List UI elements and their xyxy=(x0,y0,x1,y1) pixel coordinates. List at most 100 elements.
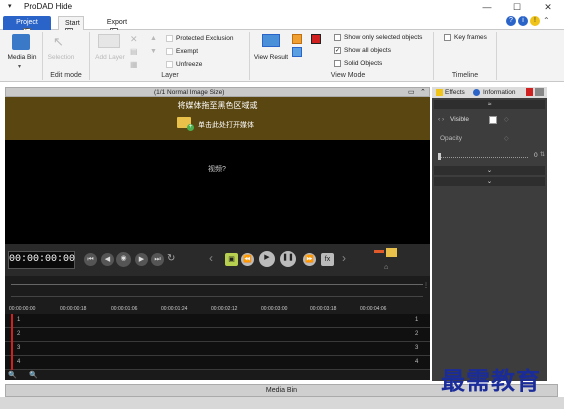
opacity-value: 0 xyxy=(534,152,538,159)
rewind-icon[interactable]: ⏪ xyxy=(241,253,254,266)
video-placeholder-text: 视频? xyxy=(208,166,226,173)
section-expand-1[interactable]: ⌄ xyxy=(434,166,545,175)
ruler-tick: 00:00:01:24 xyxy=(161,306,188,312)
add-icon: + xyxy=(187,124,194,131)
timeline-ruler[interactable]: ⋮ 00:00:00:00 00:00:00:18 00:00:01:06 00… xyxy=(5,276,430,314)
group-layer: Layer xyxy=(161,72,179,79)
color-swatch-icon[interactable] xyxy=(311,34,321,44)
track-row[interactable]: 1 1 xyxy=(5,314,430,328)
panel-close-icon[interactable] xyxy=(526,88,533,96)
zoom-out-icon[interactable]: 🔍 xyxy=(8,371,17,379)
opacity-stepper[interactable]: ⇅ xyxy=(540,151,545,158)
open-media-link[interactable]: 单击此处打开媒体 xyxy=(198,120,254,130)
play-icon[interactable]: ▶ xyxy=(259,251,275,267)
playhead[interactable] xyxy=(11,314,13,370)
mark-in-icon[interactable]: ▣ xyxy=(225,253,238,266)
media-bin-button[interactable]: Media Bin xyxy=(5,54,39,61)
visible-row[interactable]: ‹ › Visible ◇ xyxy=(434,114,545,126)
view-mode-icon-1[interactable] xyxy=(292,34,302,44)
pause-icon[interactable]: ❚❚ xyxy=(280,251,296,267)
properties-panel xyxy=(432,87,547,381)
opacity-row: Opacity ◇ xyxy=(434,134,545,146)
ruler-tick: 00:00:02:12 xyxy=(211,306,238,312)
visible-keyframe-icon[interactable]: ◇ xyxy=(504,116,509,123)
unfreeze-option: Unfreeze xyxy=(166,61,202,68)
lightbulb-icon[interactable]: ! xyxy=(530,16,540,26)
opacity-keyframe-icon[interactable]: ◇ xyxy=(504,135,509,142)
media-bin-icon[interactable] xyxy=(12,34,30,50)
loop-icon[interactable]: ↻ xyxy=(167,253,175,264)
section-toggle[interactable]: ≈ xyxy=(434,100,545,109)
opacity-slider-handle[interactable] xyxy=(438,153,441,160)
timeline-tracks[interactable]: 1 1 2 2 3 3 4 4 xyxy=(5,314,430,370)
collapse-ribbon-icon[interactable]: ⌃ xyxy=(543,16,550,25)
panel-menu-icon[interactable] xyxy=(535,88,544,96)
ruler-tick: 00:00:00:00 xyxy=(9,306,36,312)
layer-copy-icon: ▤ xyxy=(130,47,138,56)
opacity-label: Opacity xyxy=(440,135,463,142)
scroll-right-icon[interactable]: › xyxy=(342,251,346,265)
ruler-menu-icon[interactable]: ⋮ xyxy=(423,282,429,289)
show-all-option[interactable]: Show all objects xyxy=(334,47,391,54)
view-mode-icon-2[interactable] xyxy=(292,47,302,57)
add-layer-button: Add Layer xyxy=(95,54,125,61)
monitor-icon[interactable] xyxy=(262,34,280,47)
track-row[interactable]: 4 4 xyxy=(5,356,430,370)
marker-red-icon[interactable] xyxy=(374,250,384,253)
marker-yellow-icon[interactable] xyxy=(386,248,397,257)
information-tab-icon xyxy=(473,89,480,96)
video-preview[interactable]: 视频? xyxy=(5,140,430,244)
selection-cursor-icon: ↖ xyxy=(53,34,64,49)
go-start-icon[interactable]: ⏮ xyxy=(84,253,97,266)
visible-checkbox[interactable] xyxy=(489,116,497,124)
layer-list-icon: ▦ xyxy=(130,60,138,69)
next-frame-icon[interactable]: ▶ xyxy=(135,253,148,266)
fx-icon[interactable]: fx xyxy=(321,253,334,266)
zoom-in-icon[interactable]: 🔍 xyxy=(29,371,38,379)
status-strip xyxy=(0,397,564,409)
visible-label: Visible xyxy=(450,116,470,123)
solid-objects-option[interactable]: Solid Objects xyxy=(334,60,382,67)
view-result-button[interactable]: View Result xyxy=(252,54,290,61)
group-edit-mode: Edit mode xyxy=(50,72,82,79)
go-end-icon[interactable]: ⏭ xyxy=(151,253,164,266)
opacity-slider[interactable] xyxy=(438,150,528,158)
app-menu-icon[interactable]: ▾ xyxy=(8,3,15,10)
preview-collapse-icon[interactable]: ⌃ xyxy=(420,88,426,96)
preview-size-label: (1/1 Normal Image Size) xyxy=(154,89,225,96)
prev-frame-icon[interactable]: ◀ xyxy=(101,253,114,266)
info-icon[interactable]: i xyxy=(518,16,528,26)
group-view-mode: View Mode xyxy=(330,72,366,79)
track-row[interactable]: 2 2 xyxy=(5,328,430,342)
protected-exclusion-option: Protected Exclusion xyxy=(166,35,233,42)
keyframes-option[interactable]: Key frames xyxy=(444,34,487,41)
ruler-tick: 00:00:01:06 xyxy=(111,306,138,312)
preview-header: (1/1 Normal Image Size) ▭ ⌃ xyxy=(5,87,430,97)
section-expand-2[interactable]: ⌄ xyxy=(434,177,545,186)
exempt-option: Exempt xyxy=(166,48,198,55)
track-row[interactable]: 3 3 xyxy=(5,342,430,356)
scroll-left-icon[interactable]: ‹ xyxy=(209,251,213,265)
group-timeline: Timeline xyxy=(451,72,479,79)
media-drop-zone[interactable]: 将媒体拖至黑色区域或 + 单击此处打开媒体 xyxy=(5,97,430,140)
window-title: ProDAD Hide xyxy=(24,2,73,11)
preview-window-icon[interactable]: ▭ xyxy=(408,88,415,96)
record-icon[interactable]: ◉ xyxy=(116,252,131,267)
show-only-selected-option[interactable]: Show only selected objects xyxy=(334,34,422,41)
minimize-button[interactable]: — xyxy=(473,0,501,14)
effects-tab-icon xyxy=(436,89,443,96)
ruler-tick: 00:00:04:06 xyxy=(360,306,387,312)
maximize-button[interactable]: ☐ xyxy=(503,0,531,14)
tab-effects[interactable]: Effects xyxy=(445,88,465,98)
ribbon-tabs: Project Start Export Media xyxy=(0,14,564,39)
home-icon[interactable]: ⌂ xyxy=(384,264,388,271)
media-bin-dropdown-icon[interactable]: ▾ xyxy=(18,63,21,70)
drop-instruction: 将媒体拖至黑色区域或 xyxy=(177,101,258,110)
selection-button: Selection xyxy=(47,54,75,61)
visible-arrows-icon: ‹ › xyxy=(438,116,445,123)
tab-information[interactable]: Information xyxy=(483,88,516,98)
title-bar: ▾ ProDAD Hide — ☐ ✕ xyxy=(0,0,564,14)
fast-forward-icon[interactable]: ⏩ xyxy=(303,253,316,266)
help-icon[interactable]: ? xyxy=(506,16,516,26)
close-button[interactable]: ✕ xyxy=(534,0,562,14)
